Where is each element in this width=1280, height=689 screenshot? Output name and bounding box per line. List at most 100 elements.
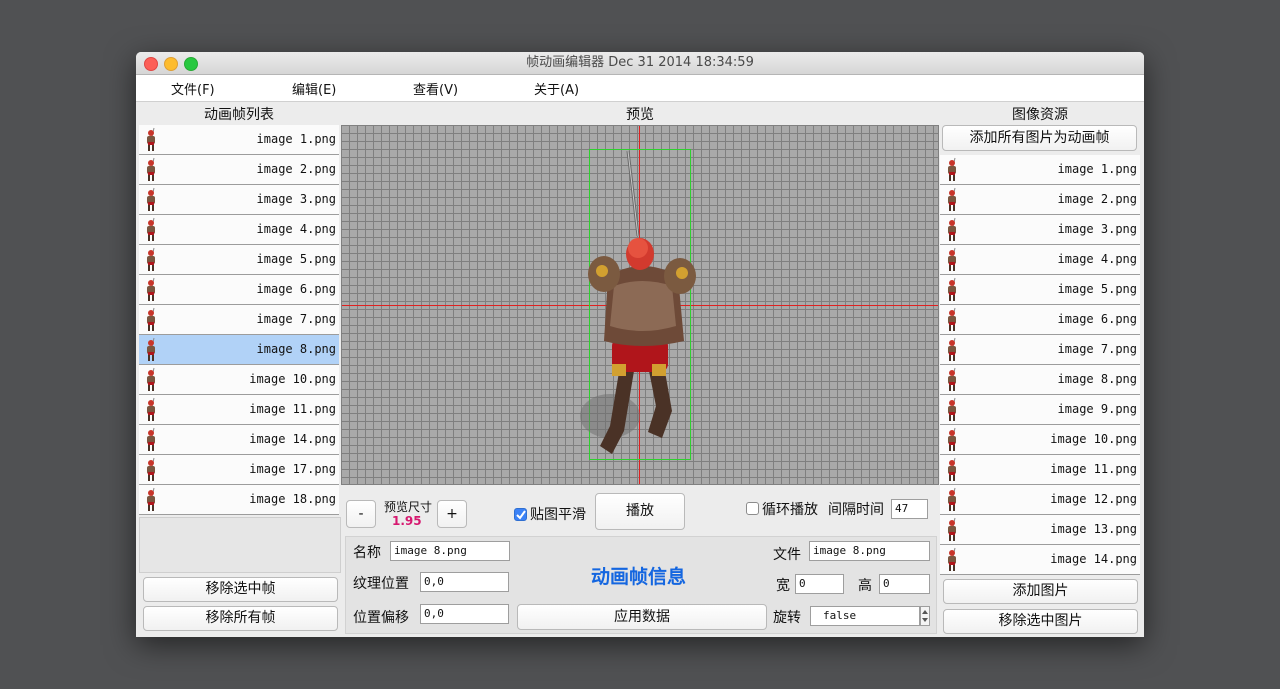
file-input[interactable]: image 8.png: [809, 541, 930, 561]
warrior-sprite-icon: [147, 217, 155, 241]
list-item[interactable]: image 7.png: [139, 305, 339, 335]
title-bar: 帧动画编辑器 Dec 31 2014 18:34:59: [136, 52, 1144, 75]
warrior-sprite-icon: [948, 457, 956, 481]
frame-list-empty-area: [139, 517, 341, 573]
list-item[interactable]: image 8.png: [940, 365, 1140, 395]
list-item[interactable]: image 11.png: [139, 395, 339, 425]
minimize-window-button[interactable]: [164, 57, 178, 71]
add-image-button[interactable]: 添加图片: [943, 579, 1138, 604]
remove-selected-frame-button[interactable]: 移除选中帧: [143, 577, 338, 602]
play-button[interactable]: 播放: [595, 493, 685, 530]
frame-list[interactable]: image 1.png image 2.png image 3.png image 4…: [139, 125, 339, 570]
interval-input[interactable]: 47: [891, 499, 928, 519]
height-label: 高: [858, 578, 872, 594]
preview-canvas[interactable]: [341, 125, 939, 485]
zoom-out-button[interactable]: -: [346, 500, 376, 528]
list-item[interactable]: image 4.png: [139, 215, 339, 245]
list-item-label: image 2.png: [256, 162, 336, 176]
width-label: 宽: [776, 578, 790, 594]
list-item[interactable]: image 6.png: [940, 305, 1140, 335]
list-item[interactable]: image 10.png: [940, 425, 1140, 455]
name-input[interactable]: image 8.png: [390, 541, 510, 561]
list-item[interactable]: image 14.png: [139, 425, 339, 455]
list-item[interactable]: image 1.png: [940, 155, 1140, 185]
list-item[interactable]: image 2.png: [139, 155, 339, 185]
list-item[interactable]: image 17.png: [139, 455, 339, 485]
list-item-label: image 6.png: [256, 282, 336, 296]
list-item[interactable]: image 13.png: [940, 515, 1140, 545]
list-item[interactable]: image 14.png: [940, 545, 1140, 575]
warrior-sprite-icon: [147, 337, 155, 361]
list-item-label: image 18.png: [249, 492, 336, 506]
list-item[interactable]: image 5.png: [139, 245, 339, 275]
file-label: 文件: [773, 547, 801, 563]
list-item[interactable]: image 3.png: [139, 185, 339, 215]
editor-window: 帧动画编辑器 Dec 31 2014 18:34:59 文件(F) 编辑(E) …: [136, 52, 1144, 637]
list-item-label: image 12.png: [1050, 492, 1137, 506]
preview-size-label: 预览尺寸: [384, 500, 433, 514]
list-item-label: image 3.png: [256, 192, 336, 206]
list-item[interactable]: image 2.png: [940, 185, 1140, 215]
list-item[interactable]: image 1.png: [139, 125, 339, 155]
stepper-arrows-icon[interactable]: [920, 606, 930, 626]
list-item[interactable]: image 3.png: [940, 215, 1140, 245]
list-item[interactable]: image 4.png: [940, 245, 1140, 275]
list-item-label: image 5.png: [1057, 282, 1137, 296]
list-item-label: image 11.png: [249, 402, 336, 416]
list-item-label: image 14.png: [1050, 552, 1137, 566]
apply-data-button[interactable]: 应用数据: [517, 604, 767, 630]
list-item-label: image 7.png: [1057, 342, 1137, 356]
warrior-sprite-icon: [948, 217, 956, 241]
warrior-sprite-icon: [948, 157, 956, 181]
list-item-label: image 9.png: [1057, 402, 1137, 416]
rotate-label: 旋转: [773, 610, 801, 626]
menu-edit[interactable]: 编辑(E): [292, 79, 336, 98]
warrior-sprite-icon: [948, 187, 956, 211]
warrior-sprite-icon: [147, 457, 155, 481]
list-item[interactable]: image 8.png: [139, 335, 339, 365]
loop-checkbox[interactable]: [746, 502, 759, 515]
height-input[interactable]: 0: [879, 574, 930, 594]
list-item-label: image 1.png: [256, 132, 336, 146]
list-item[interactable]: image 10.png: [139, 365, 339, 395]
list-item[interactable]: image 7.png: [940, 335, 1140, 365]
remove-all-frames-button[interactable]: 移除所有帧: [143, 606, 338, 631]
warrior-sprite-icon: [147, 127, 155, 151]
zoom-window-button[interactable]: [184, 57, 198, 71]
rotate-input[interactable]: false: [810, 606, 920, 626]
close-window-button[interactable]: [144, 57, 158, 71]
position-offset-input[interactable]: 0,0: [420, 604, 509, 624]
menu-file[interactable]: 文件(F): [171, 79, 215, 98]
list-item[interactable]: image 12.png: [940, 485, 1140, 515]
list-item-label: image 13.png: [1050, 522, 1137, 536]
width-input[interactable]: 0: [795, 574, 844, 594]
list-item[interactable]: image 11.png: [940, 455, 1140, 485]
remove-selected-image-button[interactable]: 移除选中图片: [943, 609, 1138, 634]
menu-view[interactable]: 查看(V): [413, 79, 458, 98]
warrior-sprite-icon: [948, 517, 956, 541]
list-item[interactable]: image 9.png: [940, 395, 1140, 425]
texture-position-input[interactable]: 0,0: [420, 572, 509, 592]
preview-header: 预览: [626, 107, 654, 123]
frame-list-header: 动画帧列表: [204, 107, 274, 123]
warrior-sprite-icon: [948, 397, 956, 421]
loop-label: 循环播放: [762, 502, 818, 518]
smooth-checkbox[interactable]: [514, 508, 527, 521]
list-item-label: image 8.png: [256, 342, 336, 356]
warrior-sprite-icon: [147, 367, 155, 391]
list-item-label: image 8.png: [1057, 372, 1137, 386]
zoom-in-button[interactable]: +: [437, 500, 467, 528]
list-item-label: image 2.png: [1057, 192, 1137, 206]
warrior-sprite-icon: [948, 367, 956, 391]
list-item[interactable]: image 18.png: [139, 485, 339, 515]
list-item[interactable]: image 6.png: [139, 275, 339, 305]
list-item-label: image 4.png: [256, 222, 336, 236]
warrior-sprite-icon: [948, 487, 956, 511]
menu-about[interactable]: 关于(A): [534, 79, 579, 98]
warrior-sprite-icon: [948, 547, 956, 571]
list-item[interactable]: image 5.png: [940, 275, 1140, 305]
add-all-as-frames-button[interactable]: 添加所有图片为动画帧: [942, 125, 1137, 151]
resource-list[interactable]: image 1.png image 2.png image 3.png image 4…: [940, 155, 1140, 575]
warrior-sprite-icon: [948, 277, 956, 301]
name-label: 名称: [353, 545, 381, 561]
